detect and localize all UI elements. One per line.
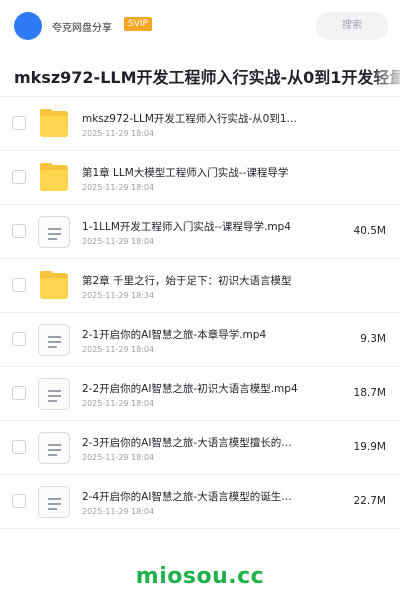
- file-name[interactable]: 第1章 LLM大模型工程师入门实战--课程导学: [82, 165, 302, 180]
- list-item[interactable]: 2-1开启你的AI智慧之旅-本章导学.mp4 2025-11-29 18:04 9.…: [0, 313, 400, 367]
- checkbox[interactable]: [12, 494, 26, 508]
- file-name[interactable]: 1-1LLM开发工程师入门实战--课程导学.mp4: [82, 219, 302, 234]
- file-date: 2025-11-29 18:04: [82, 237, 155, 246]
- file-name[interactable]: 2-4开启你的AI智慧之旅-大语言模型的诞生过程.mp4: [82, 489, 302, 504]
- brand-name: 夸克网盘分享: [52, 23, 112, 34]
- document-icon: [38, 432, 70, 464]
- list-item[interactable]: 2-2开启你的AI智慧之旅-初识大语言模型.mp4 2025-11-29 18:0…: [0, 367, 400, 421]
- file-date: 2025-11-29 18:04: [82, 345, 155, 354]
- file-size: 40.5M: [353, 225, 386, 237]
- checkbox[interactable]: [12, 224, 26, 238]
- list-item[interactable]: 第2章 千里之行，始于足下：初识大语言模型 2025-11-29 18:34: [0, 259, 400, 313]
- file-size: 18.7M: [353, 387, 386, 399]
- file-name[interactable]: 2-2开启你的AI智慧之旅-初识大语言模型.mp4: [82, 381, 302, 396]
- file-date: 2025-11-29 18:04: [82, 507, 155, 516]
- document-icon: [38, 216, 70, 248]
- list-item[interactable]: 2-3开启你的AI智慧之旅-大语言模型擅长的事儿.mp4 2025-11-29 1…: [0, 421, 400, 475]
- folder-icon: [38, 162, 70, 194]
- list-item[interactable]: 第1章 LLM大模型工程师入门实战--课程导学 2025-11-29 18:04: [0, 151, 400, 205]
- checkbox[interactable]: [12, 278, 26, 292]
- checkbox[interactable]: [12, 170, 26, 184]
- file-date: 2025-11-29 18:04: [82, 129, 155, 138]
- file-date: 2025-11-29 18:34: [82, 291, 155, 300]
- list-item[interactable]: 1-1LLM开发工程师入门实战--课程导学.mp4 2025-11-29 18:0…: [0, 205, 400, 259]
- file-size: 9.3M: [360, 333, 386, 345]
- file-size: 19.9M: [353, 441, 386, 453]
- list-item[interactable]: 2-4开启你的AI智慧之旅-大语言模型的诞生过程.mp4 2025-11-29 1…: [0, 475, 400, 529]
- page-title: mksz972-LLM开发工程师入行实战-从0到1开发轻量化私有大模型: [14, 68, 400, 87]
- document-icon: [38, 486, 70, 518]
- avatar[interactable]: [14, 12, 42, 40]
- checkbox[interactable]: [12, 332, 26, 346]
- file-name[interactable]: 第2章 千里之行，始于足下：初识大语言模型: [82, 273, 302, 288]
- svip-badge: SVIP: [124, 17, 152, 31]
- document-icon: [38, 324, 70, 356]
- folder-icon: [38, 108, 70, 140]
- file-list: mksz972-LLM开发工程师入行实战-从0到1开发轻量化私有大模型 2025-…: [0, 97, 400, 529]
- watermark: miosou.cc: [135, 564, 265, 589]
- file-date: 2025-11-29 18:04: [82, 399, 155, 408]
- document-icon: [38, 378, 70, 410]
- checkbox[interactable]: [12, 116, 26, 130]
- file-name[interactable]: mksz972-LLM开发工程师入行实战-从0到1开发轻量化私有大模型: [82, 111, 302, 126]
- search-input[interactable]: 搜索: [316, 12, 388, 40]
- file-date: 2025-11-29 18:04: [82, 183, 155, 192]
- file-name[interactable]: 2-3开启你的AI智慧之旅-大语言模型擅长的事儿.mp4: [82, 435, 302, 450]
- checkbox[interactable]: [12, 440, 26, 454]
- list-item[interactable]: mksz972-LLM开发工程师入行实战-从0到1开发轻量化私有大模型 2025-…: [0, 97, 400, 151]
- folder-icon: [38, 270, 70, 302]
- file-name[interactable]: 2-1开启你的AI智慧之旅-本章导学.mp4: [82, 327, 302, 342]
- file-date: 2025-11-29 18:04: [82, 453, 155, 462]
- header: 夸克网盘分享 SVIP 搜索: [0, 0, 400, 52]
- checkbox[interactable]: [12, 386, 26, 400]
- file-size: 22.7M: [353, 495, 386, 507]
